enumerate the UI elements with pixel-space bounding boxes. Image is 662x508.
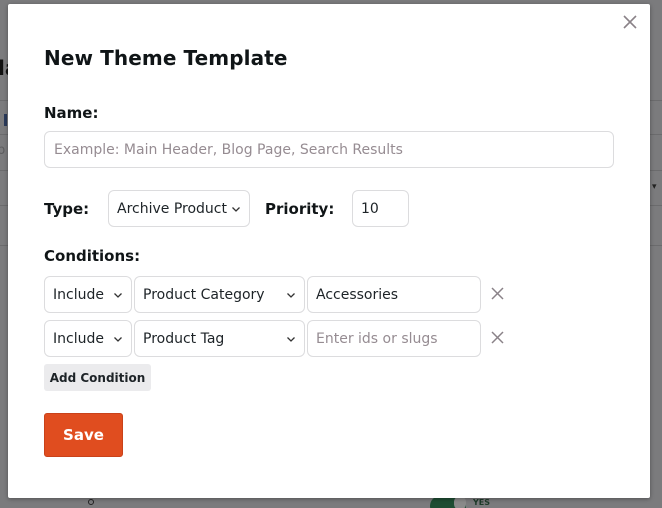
conditions-label: Conditions: bbox=[44, 247, 141, 265]
background-radio-icon bbox=[88, 499, 94, 505]
condition-mode-value: Include bbox=[53, 330, 104, 347]
remove-condition-button[interactable] bbox=[490, 286, 505, 301]
close-icon bbox=[623, 15, 637, 29]
background-text: p bbox=[0, 143, 6, 158]
condition-mode-value: Include bbox=[53, 286, 104, 303]
add-condition-button[interactable]: Add Condition bbox=[44, 364, 151, 391]
dialog-title: New Theme Template bbox=[44, 46, 288, 70]
name-label: Name: bbox=[44, 104, 99, 122]
condition-field-value: Product Category bbox=[143, 286, 265, 303]
close-button[interactable] bbox=[622, 14, 638, 30]
chevron-down-icon bbox=[287, 292, 295, 298]
condition-value-input[interactable] bbox=[307, 276, 481, 313]
chevron-down-icon bbox=[114, 336, 122, 342]
background-toggle-label: YES bbox=[473, 498, 491, 507]
background-tab-marker bbox=[4, 114, 7, 126]
chevron-down-icon bbox=[114, 292, 122, 298]
condition-mode-select[interactable]: Include bbox=[44, 320, 132, 357]
condition-value-input[interactable] bbox=[307, 320, 481, 357]
condition-field-select[interactable]: Product Category bbox=[134, 276, 305, 313]
chevron-down-icon bbox=[287, 336, 295, 342]
priority-label: Priority: bbox=[265, 200, 335, 218]
condition-row: Include Product Tag bbox=[44, 320, 524, 357]
condition-field-value: Product Tag bbox=[143, 330, 225, 347]
name-input[interactable] bbox=[44, 131, 614, 168]
remove-condition-button[interactable] bbox=[490, 330, 505, 345]
type-select[interactable]: Archive Product bbox=[108, 190, 250, 227]
condition-field-select[interactable]: Product Tag bbox=[134, 320, 305, 357]
type-select-value: Archive Product bbox=[117, 200, 227, 217]
type-label: Type: bbox=[44, 200, 90, 218]
priority-input[interactable] bbox=[352, 190, 409, 227]
background-chevron-icon: ▾ bbox=[652, 182, 657, 192]
close-icon bbox=[491, 287, 504, 300]
save-button[interactable]: Save bbox=[44, 413, 123, 457]
new-theme-template-dialog: New Theme Template Name: Type: Archive P… bbox=[8, 4, 650, 498]
condition-mode-select[interactable]: Include bbox=[44, 276, 132, 313]
condition-row: Include Product Category bbox=[44, 276, 524, 313]
chevron-down-icon bbox=[232, 206, 240, 212]
close-icon bbox=[491, 331, 504, 344]
